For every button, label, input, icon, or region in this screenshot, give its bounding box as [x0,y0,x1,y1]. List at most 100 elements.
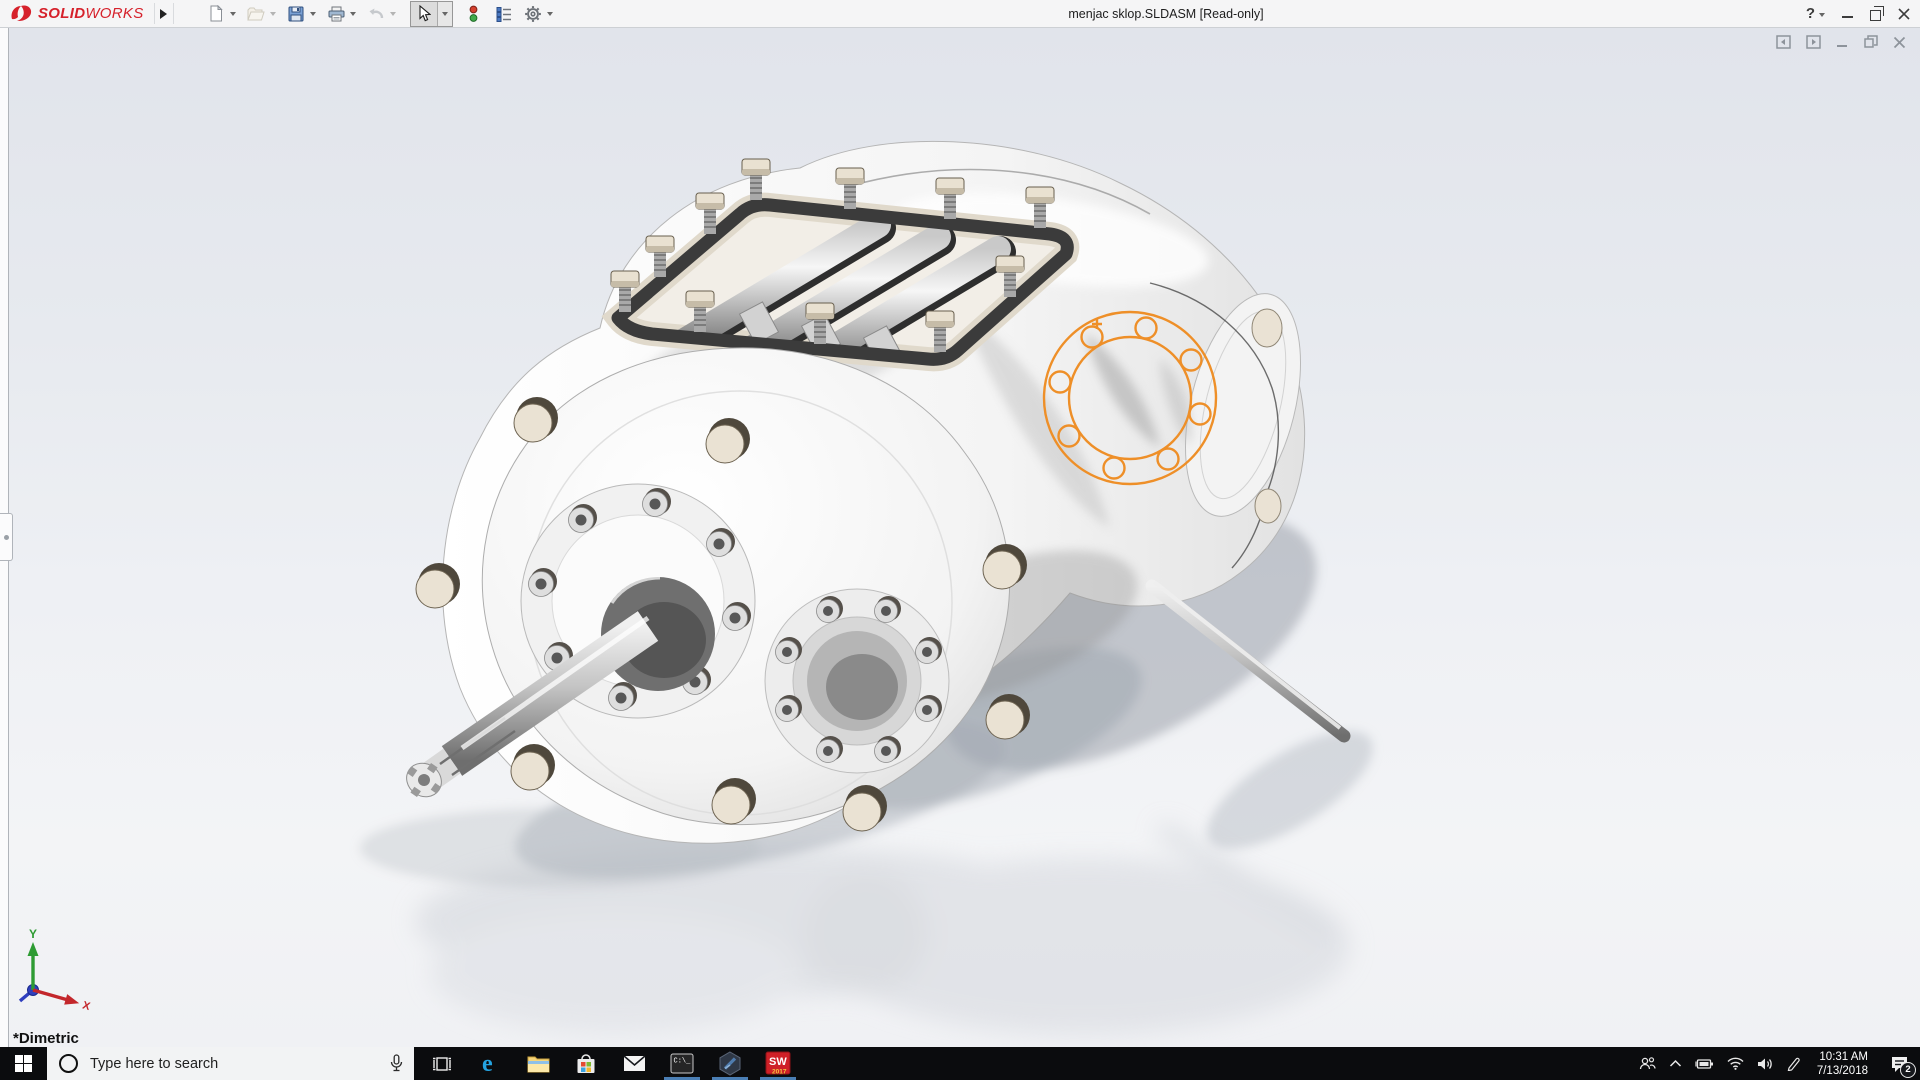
microsoft-store-button[interactable] [562,1047,610,1080]
svg-text:2017: 2017 [772,1069,787,1076]
taskbar-search[interactable] [47,1047,414,1080]
app-window-controls: ? [1806,0,1910,27]
dropdown-caret[interactable] [269,11,276,16]
hexagon-app-icon [719,1051,741,1076]
new-document-icon [207,4,226,23]
edge-button[interactable]: e [466,1047,514,1080]
solidworks-2017-button[interactable]: SW 2017 [754,1047,802,1080]
edge-icon: e [482,1052,493,1076]
graphics-viewport[interactable]: Y X *Dimetric [0,28,1920,1047]
file-properties-icon [495,4,514,23]
options-gear-icon [524,4,543,23]
select-tool-dropdown[interactable] [436,1,452,26]
file-explorer-icon [527,1056,549,1073]
print-icon [327,4,346,23]
taskbar-clock[interactable]: 10:31 AM 7/13/2018 [1817,1050,1868,1078]
action-center-button[interactable]: 2 [1884,1049,1916,1079]
undo-button[interactable] [366,3,406,25]
dropdown-caret[interactable] [229,11,236,16]
document-window-controls [1776,35,1906,49]
microphone-icon[interactable] [389,1054,404,1073]
brand-text-works: WORKS [85,5,144,22]
search-input[interactable] [88,1054,379,1073]
svg-text:C:\_: C:\_ [674,1058,692,1066]
file-properties-button[interactable] [494,3,515,25]
mail-icon [622,1055,646,1071]
minimize-button[interactable] [1842,15,1853,18]
system-tray: 10:31 AM 7/13/2018 2 [1639,1047,1920,1080]
quick-access-toolbar [206,0,563,27]
clock-date: 7/13/2018 [1816,1064,1868,1077]
volume-icon[interactable] [1757,1057,1773,1071]
file-explorer-button[interactable] [514,1047,562,1080]
mail-button[interactable] [610,1047,658,1080]
store-icon [577,1054,595,1073]
people-icon[interactable] [1639,1056,1656,1071]
save-floppy-icon [287,4,306,23]
cortana-icon[interactable] [59,1054,78,1073]
menu-flyout-button[interactable] [153,3,174,24]
end-cap-fitting[interactable] [1251,308,1283,348]
rebuild-traffic-light-icon [464,4,483,23]
doc-restore-button[interactable] [1864,35,1878,49]
restore-button[interactable] [1870,5,1884,21]
undo-icon [367,4,386,23]
svg-text:e: e [482,1052,493,1076]
pane-toggle-left-button[interactable] [1776,35,1791,49]
select-cursor-icon [418,5,431,22]
svg-text:SW: SW [769,1056,787,1068]
dropdown-caret[interactable] [546,11,553,16]
select-tool-button[interactable] [411,2,437,26]
windows-taskbar: e C:\_ [0,1047,1920,1080]
pane-toggle-right-button[interactable] [1806,35,1821,49]
tray-overflow-chevron-icon[interactable] [1669,1059,1682,1068]
panel-tab-grip [3,534,9,540]
rebuild-button[interactable] [463,3,484,25]
task-view-button[interactable] [418,1047,466,1080]
view-orientation-label: *Dimetric [13,1030,79,1047]
command-prompt-icon: C:\_ [670,1053,694,1074]
hexagon-app-button[interactable] [706,1047,754,1080]
open-button[interactable] [246,3,286,25]
flyout-arrow-icon [160,8,168,19]
reference-triad: Y X [18,927,92,1014]
dropdown-caret[interactable] [309,11,316,16]
command-prompt-button[interactable]: C:\_ [658,1047,706,1080]
dropdown-caret [441,11,448,16]
help-icon: ? [1805,5,1815,22]
dropdown-caret[interactable] [1819,12,1825,17]
triad-y-label: Y [29,927,37,941]
feature-panel-expand-tab[interactable] [0,513,13,561]
dropdown-caret[interactable] [349,11,356,16]
dropdown-caret[interactable] [389,11,396,16]
window-title: menjac sklop.SLDASM [Read-only] [1068,6,1264,21]
brand-text-solid: SOLID [38,5,86,22]
start-button[interactable] [0,1047,47,1080]
pen-icon[interactable] [1786,1056,1801,1071]
task-view-icon [433,1056,451,1071]
windows-logo-icon [15,1055,32,1072]
doc-minimize-button[interactable] [1836,36,1849,49]
output-hub-recess[interactable] [764,588,950,774]
save-button[interactable] [286,3,326,25]
battery-icon[interactable] [1695,1058,1714,1070]
close-button[interactable] [1898,7,1910,20]
triad-x-label: X [81,1000,92,1014]
clock-time: 10:31 AM [1819,1050,1868,1063]
new-document-button[interactable] [206,3,246,25]
selected-flange-highlight[interactable] [1042,310,1218,486]
taskbar-apps: e C:\_ SW 2017 [418,1047,802,1080]
open-folder-icon [247,4,266,23]
select-tool-group [409,0,453,27]
dassault-logo-icon [11,4,32,21]
options-button[interactable] [523,3,563,25]
solidworks-2017-icon: SW 2017 [765,1051,791,1076]
model-canvas[interactable]: Y X [0,28,1920,1047]
doc-close-button[interactable] [1893,36,1906,49]
titlebar: SOLID WORKS menjac sklop.SLDASM [Read-on… [0,0,1920,28]
notification-badge: 2 [1900,1061,1916,1078]
help-button[interactable]: ? [1806,5,1825,22]
taskbar-spacer [802,1047,1639,1080]
print-button[interactable] [326,3,366,25]
wifi-icon[interactable] [1727,1057,1744,1070]
